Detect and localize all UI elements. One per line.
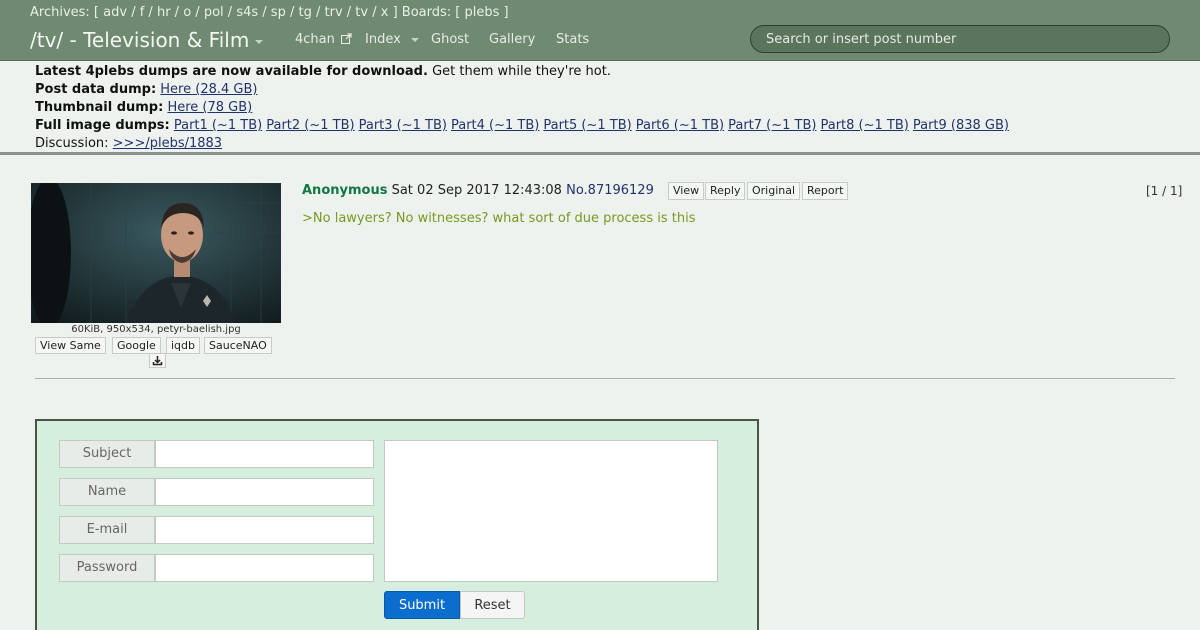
archive-link-s4s[interactable]: s4s: [236, 5, 258, 20]
full-dump-part-link[interactable]: Part1 (~1 TB): [174, 118, 262, 133]
full-dump-part-link[interactable]: Part3 (~1 TB): [359, 118, 447, 133]
reply-button[interactable]: Reply: [705, 182, 746, 200]
board-title-text: /tv/ - Television & Film: [30, 28, 250, 52]
iqdb-search-button[interactable]: iqdb: [166, 337, 201, 354]
post-header: Anonymous Sat 02 Sep 2017 12:43:08 No.87…: [302, 183, 654, 198]
poster-name: Anonymous: [302, 183, 388, 198]
download-icon: [152, 356, 163, 366]
archive-link-hr[interactable]: hr: [157, 5, 171, 20]
nav-gallery-link[interactable]: Gallery: [489, 32, 535, 47]
archive-link-trv[interactable]: trv: [325, 5, 343, 20]
name-label: Name: [59, 478, 155, 506]
post-comment: >No lawyers? No witnesses? what sort of …: [302, 211, 696, 226]
post-thumbnail[interactable]: [31, 183, 281, 323]
full-dump-part-link[interactable]: Part8 (~1 TB): [820, 118, 908, 133]
full-dump-part-link[interactable]: Part6 (~1 TB): [636, 118, 724, 133]
report-button[interactable]: Report: [802, 182, 849, 200]
post-date: Sat 02 Sep 2017 12:43:08: [391, 183, 562, 198]
board-link-plebs[interactable]: plebs: [465, 5, 500, 20]
discussion-link[interactable]: >>>/plebs/1883: [113, 136, 222, 151]
full-dump-part-link[interactable]: Part7 (~1 TB): [728, 118, 816, 133]
subject-label: Subject: [59, 440, 155, 468]
dump-notice: Latest 4plebs dumps are now available fo…: [0, 61, 1200, 155]
download-button[interactable]: [149, 353, 166, 368]
thumb-dump-row: Thumbnail dump: Here (78 GB): [35, 100, 256, 115]
view-button[interactable]: View: [668, 182, 705, 200]
chevron-down-icon: [255, 39, 264, 44]
email-label: E-mail: [59, 516, 155, 544]
nav-4chan-label: 4chan: [295, 32, 335, 47]
full-dump-row: Full image dumps: Part1 (~1 TB) Part2 (~1…: [35, 118, 1013, 133]
archive-link-tg[interactable]: tg: [298, 5, 311, 20]
thumb-dump-link[interactable]: Here (78 GB): [167, 100, 252, 115]
search-input[interactable]: [750, 25, 1170, 53]
archive-link-o[interactable]: o: [183, 5, 191, 20]
archive-link-tv[interactable]: tv: [355, 5, 368, 20]
full-dump-part-link[interactable]: Part5 (~1 TB): [543, 118, 631, 133]
nav-index-label: Index: [365, 32, 401, 47]
archive-link-pol[interactable]: pol: [204, 5, 224, 20]
submit-button[interactable]: Submit: [384, 591, 460, 619]
original-button[interactable]: Original: [747, 182, 801, 200]
chevron-down-icon: [410, 37, 419, 42]
full-dump-part-link[interactable]: Part9 (838 GB): [913, 118, 1009, 133]
password-field[interactable]: [155, 554, 374, 582]
thumb-dump-label: Thumbnail dump:: [35, 100, 164, 115]
archive-link-x[interactable]: x: [381, 5, 389, 20]
reply-form: Subject Name E-mail Password Submit Rese…: [35, 419, 759, 630]
post-counter: [1 / 1]: [1146, 184, 1183, 198]
notice-headline-rest: Get them while they're hot.: [432, 64, 611, 79]
post-dump-link[interactable]: Here (28.4 GB): [160, 82, 257, 97]
comment-textarea[interactable]: [384, 440, 718, 582]
post-divider: [35, 378, 1175, 379]
notice-headline: Latest 4plebs dumps are now available fo…: [35, 64, 611, 79]
view-same-button[interactable]: View Same: [35, 337, 106, 354]
top-navbar: Archives: [ adv / f / hr / o / pol / s4s…: [0, 0, 1200, 61]
password-label: Password: [59, 554, 155, 582]
email-field[interactable]: [155, 516, 374, 544]
full-dump-part-link[interactable]: Part2 (~1 TB): [266, 118, 354, 133]
post-number[interactable]: No.87196129: [566, 183, 654, 198]
notice-headline-bold: Latest 4plebs dumps are now available fo…: [35, 64, 428, 79]
post-dump-label: Post data dump:: [35, 82, 157, 97]
file-info: 60KiB, 950x534, petyr-baelish.jpg: [71, 324, 241, 335]
archive-link-sp[interactable]: sp: [271, 5, 286, 20]
google-search-button[interactable]: Google: [112, 337, 161, 354]
archives-bar: Archives: [ adv / f / hr / o / pol / s4s…: [30, 5, 509, 20]
archive-link-adv[interactable]: adv: [103, 5, 127, 20]
name-field[interactable]: [155, 478, 374, 506]
reset-button[interactable]: Reset: [460, 591, 525, 619]
nav-index-dropdown[interactable]: Index: [365, 32, 419, 47]
subject-field[interactable]: [155, 440, 374, 468]
post-dump-row: Post data dump: Here (28.4 GB): [35, 82, 261, 97]
nav-4chan-link[interactable]: 4chan: [295, 32, 352, 47]
boards-label: Boards:: [401, 5, 452, 20]
nav-stats-link[interactable]: Stats: [556, 32, 589, 47]
nav-ghost-link[interactable]: Ghost: [431, 32, 469, 47]
discussion-row: Discussion: >>>/plebs/1883: [35, 136, 226, 151]
full-dump-part-link[interactable]: Part4 (~1 TB): [451, 118, 539, 133]
archive-link-f[interactable]: f: [140, 5, 145, 20]
external-link-icon: [341, 33, 352, 44]
full-dump-label: Full image dumps:: [35, 118, 170, 133]
archives-label: Archives:: [30, 5, 90, 20]
saucenao-search-button[interactable]: SauceNAO: [204, 337, 272, 354]
thumbnail-image: [31, 183, 281, 323]
discussion-label: Discussion:: [35, 136, 109, 151]
board-title[interactable]: /tv/ - Television & Film: [30, 28, 264, 52]
